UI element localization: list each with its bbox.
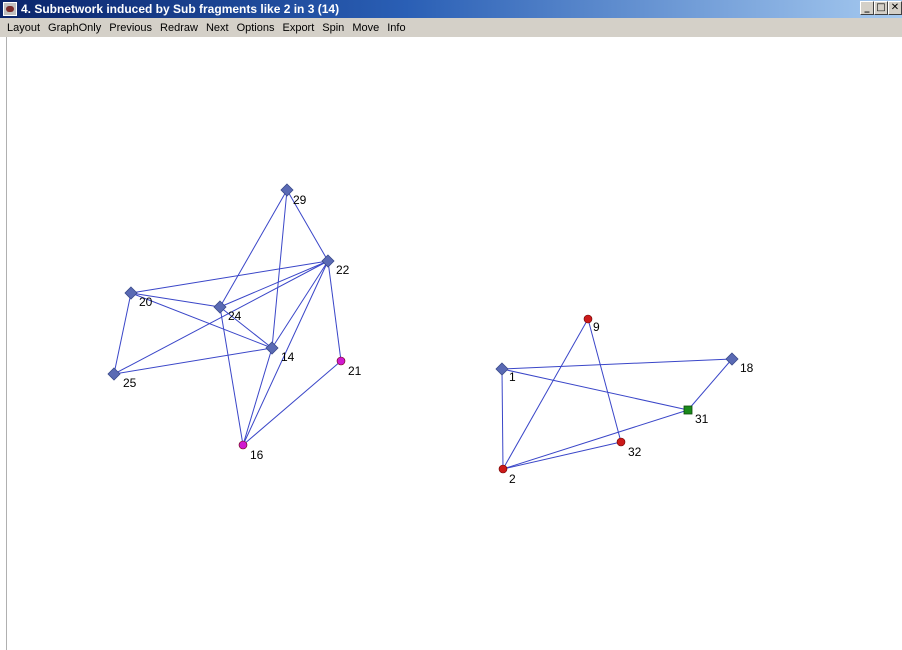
graph-node[interactable]: [124, 286, 138, 300]
graph-node[interactable]: [683, 405, 693, 415]
graph-node[interactable]: [583, 314, 593, 324]
node-label: 21: [348, 364, 362, 378]
node-label: 24: [228, 309, 242, 323]
graph-node[interactable]: [265, 341, 279, 355]
graph-node[interactable]: [321, 254, 335, 268]
node-label: 22: [336, 263, 350, 277]
node-label: 29: [293, 193, 307, 207]
graph-edge: [687, 358, 733, 411]
node-label: 32: [628, 445, 642, 459]
graph-edge: [502, 441, 622, 470]
graph-edge: [501, 368, 504, 470]
graph-node[interactable]: [495, 362, 509, 376]
graph-edge: [219, 306, 244, 446]
node-label: 25: [123, 376, 137, 390]
node-label: 18: [740, 361, 754, 375]
node-label: 31: [695, 412, 709, 426]
graph-edge: [113, 292, 132, 375]
graph-canvas[interactable]: 29 22 20 24 14 25 21 16 9 1 18 31 32 2: [0, 0, 902, 650]
graph-edge: [501, 358, 733, 370]
graph-edge: [242, 347, 273, 446]
node-label: 20: [139, 295, 153, 309]
graph-node[interactable]: [213, 300, 227, 314]
node-label: 1: [509, 370, 516, 384]
graph-edge: [502, 409, 689, 470]
graph-node[interactable]: [336, 356, 346, 366]
graph-edge: [271, 260, 329, 349]
graph-node[interactable]: [107, 367, 121, 381]
graph-edge: [502, 318, 589, 470]
graph-edge: [219, 260, 329, 308]
graph-node[interactable]: [498, 464, 508, 474]
node-label: 2: [509, 472, 516, 486]
graph-node[interactable]: [238, 440, 248, 450]
graph-edge: [587, 318, 622, 443]
graph-node[interactable]: [280, 183, 294, 197]
node-label: 16: [250, 448, 264, 462]
graph-edge: [242, 360, 342, 446]
graph-edge: [219, 189, 288, 308]
graph-edge: [501, 368, 689, 411]
node-label: 14: [281, 350, 295, 364]
graph-node[interactable]: [616, 437, 626, 447]
node-label: 9: [593, 320, 600, 334]
